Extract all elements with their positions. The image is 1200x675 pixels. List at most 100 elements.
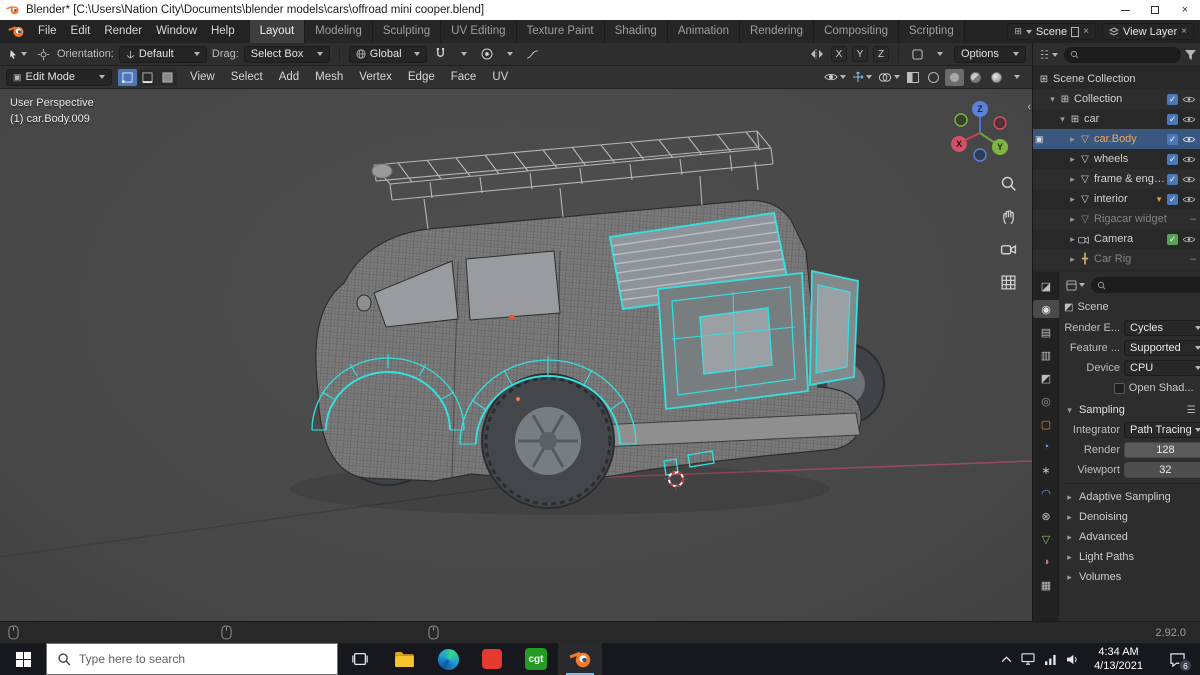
mode-dropdown[interactable]: ▣ Edit Mode <box>6 68 112 86</box>
navigation-gizmo[interactable]: Z X Y <box>948 99 1012 163</box>
sidebar-collapse-arrow[interactable]: ‹ <box>1027 101 1031 113</box>
view-layer-selector[interactable]: View Layer × <box>1101 23 1194 40</box>
tab-modeling[interactable]: Modeling <box>305 20 373 43</box>
taskbar-search-input[interactable] <box>79 652 309 666</box>
section-adaptive-sampling[interactable]: ▸ Adaptive Sampling <box>1064 487 1200 507</box>
osl-checkbox[interactable]: ✓ <box>1113 382 1125 394</box>
selectable-checkbox[interactable]: ✓ <box>1167 233 1178 245</box>
transform-options-button[interactable] <box>908 45 926 63</box>
tab-layout[interactable]: Layout <box>249 20 306 43</box>
presets-icon[interactable]: ☰ <box>1187 405 1197 416</box>
tab-uv-editing[interactable]: UV Editing <box>441 20 517 43</box>
hide-eye-icon[interactable] <box>1182 95 1196 104</box>
camera-view-icon[interactable] <box>996 237 1020 261</box>
axis-x-negative[interactable] <box>993 116 1007 130</box>
mirror-z-toggle[interactable]: Z <box>873 46 889 62</box>
disclosure-icon[interactable]: ▾ <box>1047 94 1058 105</box>
shading-dropdown[interactable] <box>1008 68 1026 86</box>
transform-orientation-dropdown[interactable]: Global <box>348 45 427 63</box>
selectable-checkbox[interactable]: ✓ <box>1167 193 1178 205</box>
world-tab-icon[interactable]: ◎ <box>1035 392 1057 410</box>
blender-menu-icon[interactable] <box>8 25 25 38</box>
object-tab-icon[interactable]: ▢ <box>1035 415 1057 433</box>
hide-eye-icon[interactable] <box>1182 175 1196 184</box>
properties-editor-type-dropdown[interactable] <box>1064 276 1087 294</box>
device-dropdown[interactable]: CPU <box>1124 360 1200 376</box>
section-denoising[interactable]: ▸ Denoising <box>1064 507 1200 527</box>
xray-toggle[interactable] <box>904 68 922 86</box>
maximize-button[interactable] <box>1140 0 1170 20</box>
task-view-button[interactable] <box>338 643 382 675</box>
tool-tab-icon[interactable]: ◪ <box>1035 277 1057 295</box>
proportional-edit-button[interactable] <box>478 45 496 63</box>
outliner-item-scene-collection[interactable]: ⊞ Scene Collection <box>1033 69 1200 89</box>
disclosure-icon[interactable]: ▾ <box>1057 114 1068 125</box>
object-data-tab-icon[interactable]: ▽ <box>1035 530 1057 548</box>
outliner-item-camera[interactable]: ▸ Camera ✓ <box>1033 229 1200 249</box>
orientation-dropdown[interactable]: Default <box>118 45 207 63</box>
proportional-falloff-dropdown[interactable] <box>501 45 519 63</box>
exclude-checkbox[interactable]: ✓ <box>1167 93 1178 105</box>
outliner-item-interior[interactable]: ▸ ▽ interior ▼ ✓ <box>1033 189 1200 209</box>
tab-texture-paint[interactable]: Texture Paint <box>516 20 605 43</box>
tab-shading[interactable]: Shading <box>604 20 668 43</box>
disclosure-icon[interactable]: ▸ <box>1067 174 1078 185</box>
gizmos-dropdown[interactable] <box>850 68 874 86</box>
exclude-checkbox[interactable]: ✓ <box>1167 113 1178 125</box>
scene-tab-icon[interactable]: ◩ <box>1035 369 1057 387</box>
feature-set-dropdown[interactable]: Supported <box>1124 340 1200 356</box>
shading-rendered-button[interactable] <box>987 69 1006 86</box>
pan-hand-icon[interactable] <box>996 204 1020 228</box>
transform-options-dropdown[interactable] <box>931 45 949 63</box>
menu-edit[interactable]: Edit <box>64 20 98 43</box>
render-samples-field[interactable]: 128 <box>1124 442 1200 458</box>
menu-file[interactable]: File <box>31 20 64 43</box>
constraints-tab-icon[interactable]: ⊗ <box>1035 507 1057 525</box>
active-tool-dropdown[interactable] <box>6 45 29 63</box>
face-select-button[interactable] <box>158 68 177 86</box>
outliner-search-input[interactable] <box>1064 46 1181 63</box>
mirror-y-toggle[interactable]: Y <box>852 46 868 62</box>
mirror-x-toggle[interactable]: X <box>831 46 847 62</box>
view-layer-tab-icon[interactable]: ▥ <box>1035 346 1057 364</box>
disclosure-icon[interactable]: ▸ <box>1067 214 1078 225</box>
section-advanced[interactable]: ▸ Advanced <box>1064 527 1200 547</box>
outliner-item-collection[interactable]: ▾ ⊞ Collection ✓ <box>1033 89 1200 109</box>
cgt-app-button[interactable]: cgt <box>514 643 558 675</box>
texture-tab-icon[interactable]: ▦ <box>1035 576 1057 594</box>
shading-solid-button[interactable] <box>945 68 964 86</box>
properties-search-input[interactable] <box>1091 277 1200 293</box>
disclosure-icon[interactable]: ▸ <box>1067 154 1078 165</box>
blender-taskbar-button[interactable] <box>558 643 602 675</box>
outliner-item-frame-engine[interactable]: ▸ ▽ frame & engine ✓ <box>1033 169 1200 189</box>
outliner-item-rigacar-widget[interactable]: ▸ ▽ Rigacar widget ‒ <box>1033 209 1200 229</box>
new-scene-icon[interactable] <box>1071 26 1080 37</box>
filter-dropdown[interactable] <box>1185 49 1196 60</box>
snap-toggle-button[interactable] <box>432 45 450 63</box>
modifiers-tab-icon[interactable]: ◔ <box>1035 438 1057 456</box>
section-volumes[interactable]: ▸ Volumes <box>1064 567 1200 587</box>
scene-browse-icon[interactable]: ⊞ <box>1014 26 1022 37</box>
material-tab-icon[interactable]: ◑ <box>1035 553 1057 571</box>
volume-icon[interactable] <box>1066 654 1079 665</box>
section-light-paths[interactable]: ▸ Light Paths <box>1064 547 1200 567</box>
editor-type-dropdown[interactable] <box>1037 46 1060 64</box>
hide-eye-icon[interactable] <box>1182 235 1196 244</box>
integrator-dropdown[interactable]: Path Tracing <box>1124 422 1200 438</box>
viewport-samples-field[interactable]: 32 <box>1124 462 1200 478</box>
sampling-section-header[interactable]: ▾ Sampling ☰ <box>1064 400 1200 420</box>
car-model[interactable] <box>311 130 885 509</box>
scene-selector[interactable]: ⊞ Scene × <box>1007 23 1096 40</box>
media-app-button[interactable] <box>470 643 514 675</box>
action-center-button[interactable]: 6 <box>1158 643 1196 675</box>
tab-compositing[interactable]: Compositing <box>814 20 899 43</box>
selectable-checkbox[interactable]: ✓ <box>1167 153 1178 165</box>
physics-tab-icon[interactable]: ◠ <box>1035 484 1057 502</box>
selectable-checkbox[interactable]: ✓ <box>1167 173 1178 185</box>
render-tab-icon[interactable]: ◉ <box>1033 300 1059 318</box>
particles-tab-icon[interactable]: ∗ <box>1035 461 1057 479</box>
axis-z-negative[interactable] <box>973 148 987 162</box>
taskbar-search[interactable] <box>46 643 338 675</box>
file-explorer-button[interactable] <box>382 643 426 675</box>
edge-select-button[interactable] <box>138 68 157 86</box>
